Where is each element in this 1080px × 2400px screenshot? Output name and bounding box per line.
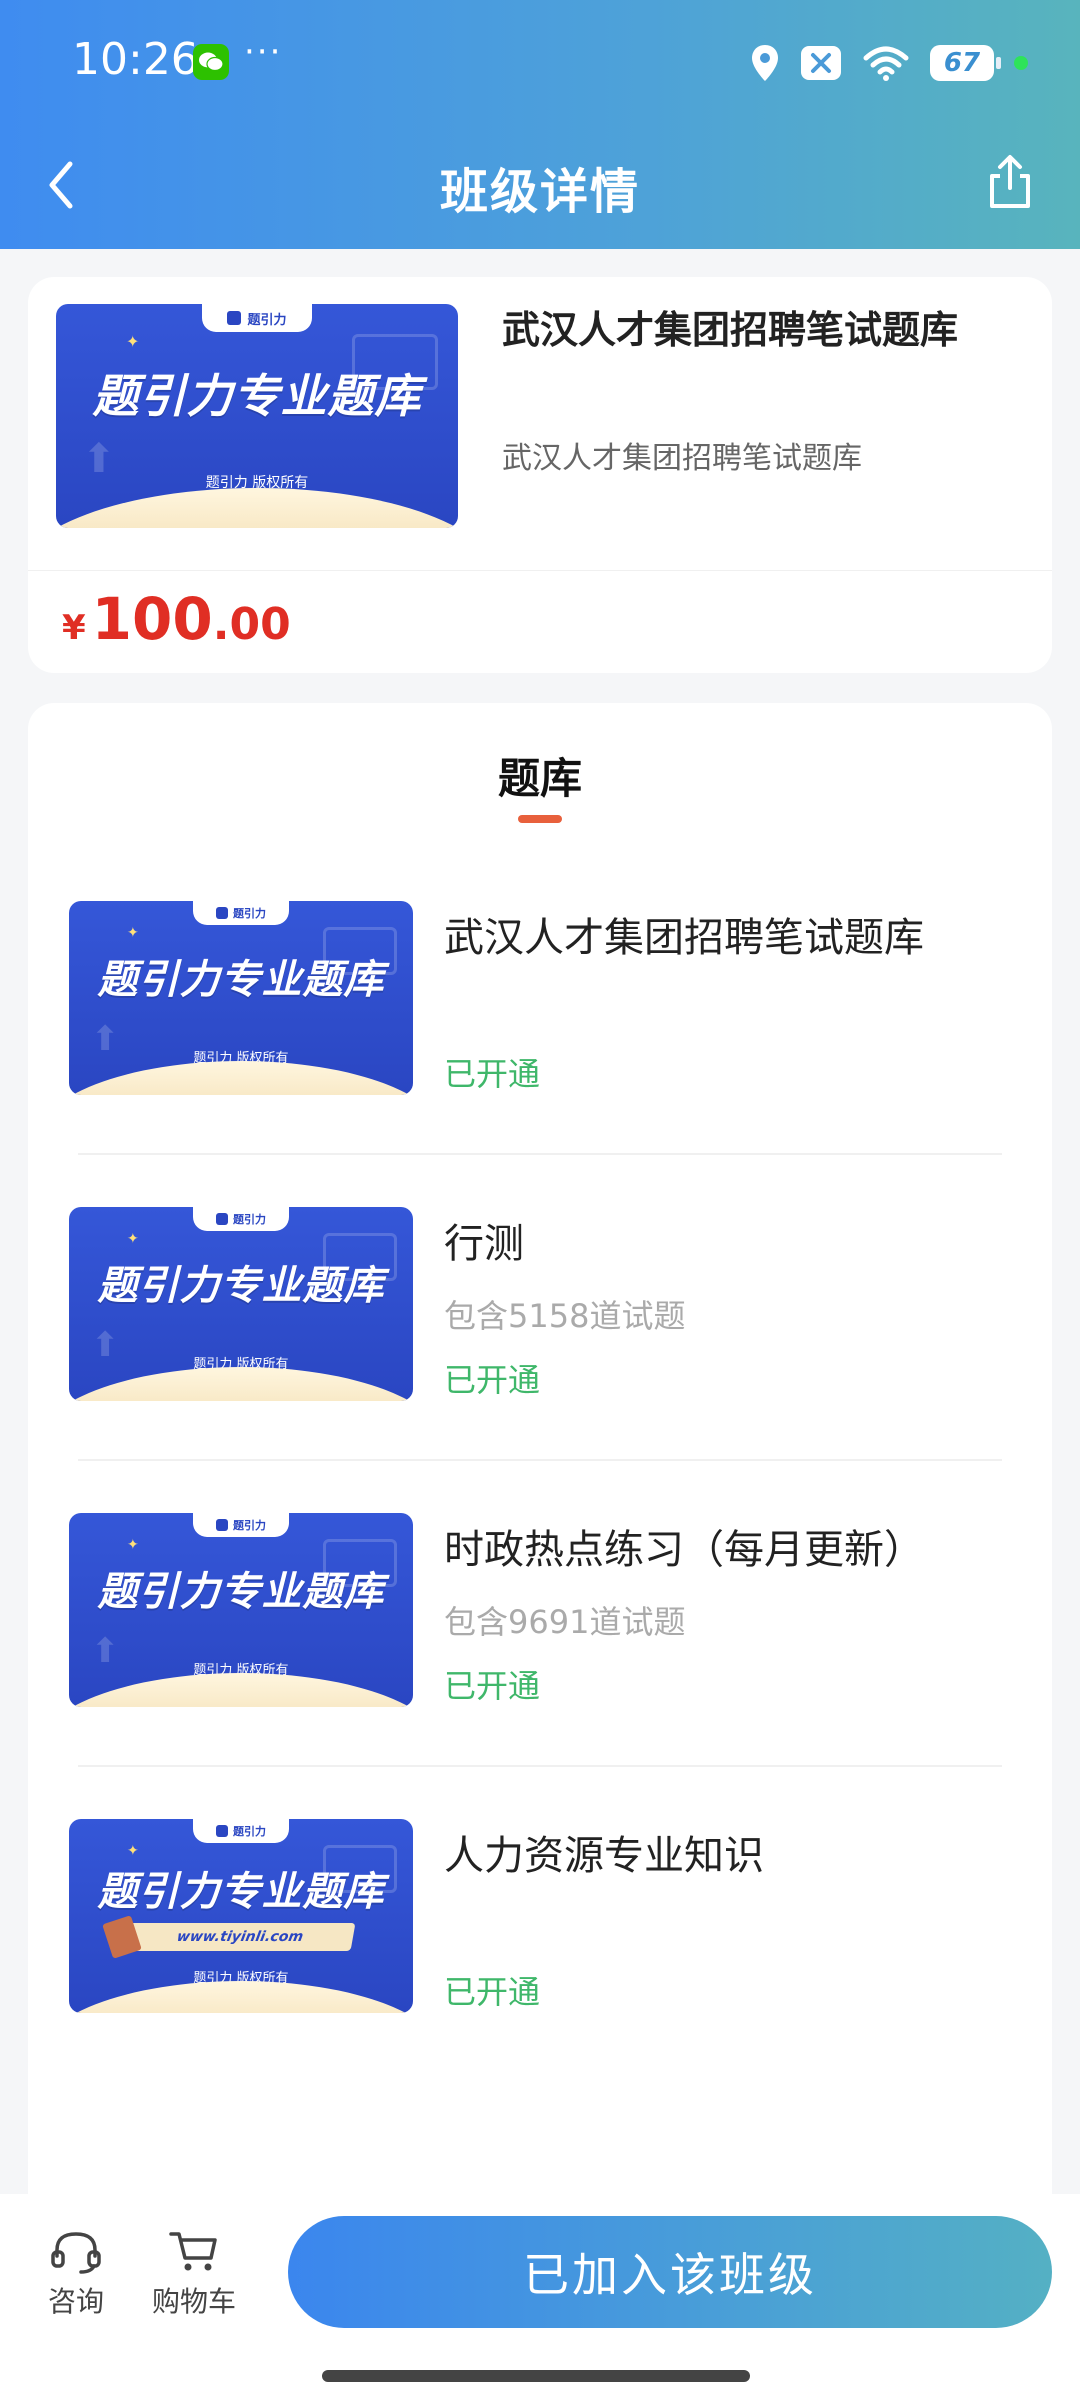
status-icons: 67 [750, 38, 1028, 88]
header: 10:26 ··· 67 班级详情 [0, 0, 1080, 249]
item-status: 已开通 [444, 1973, 541, 2011]
tab-question-bank[interactable]: 题库 [28, 745, 1052, 806]
battery-icon: 67 [930, 45, 1001, 81]
item-title: 行测 [444, 1221, 524, 1267]
item-status: 已开通 [444, 1667, 541, 1705]
headset-icon [51, 2232, 101, 2274]
list-item[interactable]: 题引力 ✦ 题引力专业题库 www.tiyinli.com 题引力 版权所有 人… [28, 1819, 1052, 2125]
share-icon[interactable] [980, 152, 1040, 212]
item-title: 人力资源专业知识 [444, 1833, 764, 1879]
item-subtitle: 包含9691道试题 [444, 1603, 686, 1641]
home-indicator[interactable] [322, 2370, 750, 2382]
list-item[interactable]: 题引力 ✦ ⬆ 题引力专业题库 题引力 版权所有 武汉人才集团招聘笔试题库 已开… [28, 901, 1052, 1207]
product-title: 武汉人才集团招聘笔试题库 [502, 308, 959, 352]
banner-tag: 题引力 [247, 312, 287, 328]
tab-underline [518, 815, 562, 823]
divider [78, 1459, 1002, 1461]
wechat-icon [193, 44, 229, 80]
book-icon [102, 1915, 142, 1959]
price-integer: 100 [91, 585, 213, 653]
privacy-indicator [1014, 56, 1028, 70]
banner-url: www.tiyinli.com [124, 1923, 356, 1951]
item-title: 武汉人才集团招聘笔试题库 [444, 915, 924, 961]
consult-label: 咨询 [47, 2285, 104, 2318]
question-bank-card: 题库 题引力 ✦ ⬆ 题引力专业题库 题引力 版权所有 武汉人才集团招聘笔试题库… [28, 703, 1052, 2203]
price-symbol: ¥ [62, 608, 86, 648]
item-cover-image: 题引力 ✦ ⬆ 题引力专业题库 题引力 版权所有 [69, 1207, 413, 1401]
item-title: 时政热点练习（每月更新） [444, 1527, 924, 1573]
item-cover-image: 题引力 ✦ ⬆ 题引力专业题库 题引力 版权所有 [69, 901, 413, 1095]
item-subtitle: 包含5158道试题 [444, 1297, 686, 1335]
location-icon [752, 45, 778, 81]
product-card: 题引力 ✦ ⬆ 题引力专业题库 题引力 版权所有 武汉人才集团招聘笔试题库 武汉… [28, 277, 1052, 673]
divider [28, 570, 1052, 571]
cart-label: 购物车 [151, 2285, 236, 2318]
item-cover-image: 题引力 ✦ 题引力专业题库 www.tiyinli.com 题引力 版权所有 [69, 1819, 413, 2013]
list-item[interactable]: 题引力 ✦ ⬆ 题引力专业题库 题引力 版权所有 时政热点练习（每月更新） 包含… [28, 1513, 1052, 1819]
consult-button[interactable]: 咨询 [26, 2228, 126, 2320]
divider [78, 1765, 1002, 1767]
cart-button[interactable]: 购物车 [144, 2228, 244, 2320]
product-cover-image: 题引力 ✦ ⬆ 题引力专业题库 题引力 版权所有 [56, 304, 458, 528]
item-cover-image: 题引力 ✦ ⬆ 题引力专业题库 题引力 版权所有 [69, 1513, 413, 1707]
item-status: 已开通 [444, 1055, 541, 1093]
joined-class-button[interactable]: 已加入该班级 [288, 2216, 1052, 2328]
wifi-icon [863, 46, 909, 81]
status-more-dots: ··· [244, 32, 283, 72]
item-status: 已开通 [444, 1361, 541, 1399]
product-price: ¥ 100 .00 [62, 585, 291, 653]
price-decimal: .00 [212, 599, 291, 650]
battery-level: 67 [943, 48, 981, 78]
status-time: 10:26 [72, 34, 199, 85]
list-item[interactable]: 题引力 ✦ ⬆ 题引力专业题库 题引力 版权所有 行测 包含5158道试题 已开… [28, 1207, 1052, 1513]
product-subtitle: 武汉人才集团招聘笔试题库 [502, 441, 862, 476]
cart-icon [169, 2232, 217, 2271]
no-sim-icon [801, 46, 841, 80]
page-title: 班级详情 [439, 164, 640, 220]
divider [78, 1153, 1002, 1155]
banner-slogan: 题引力专业题库 [92, 369, 422, 423]
